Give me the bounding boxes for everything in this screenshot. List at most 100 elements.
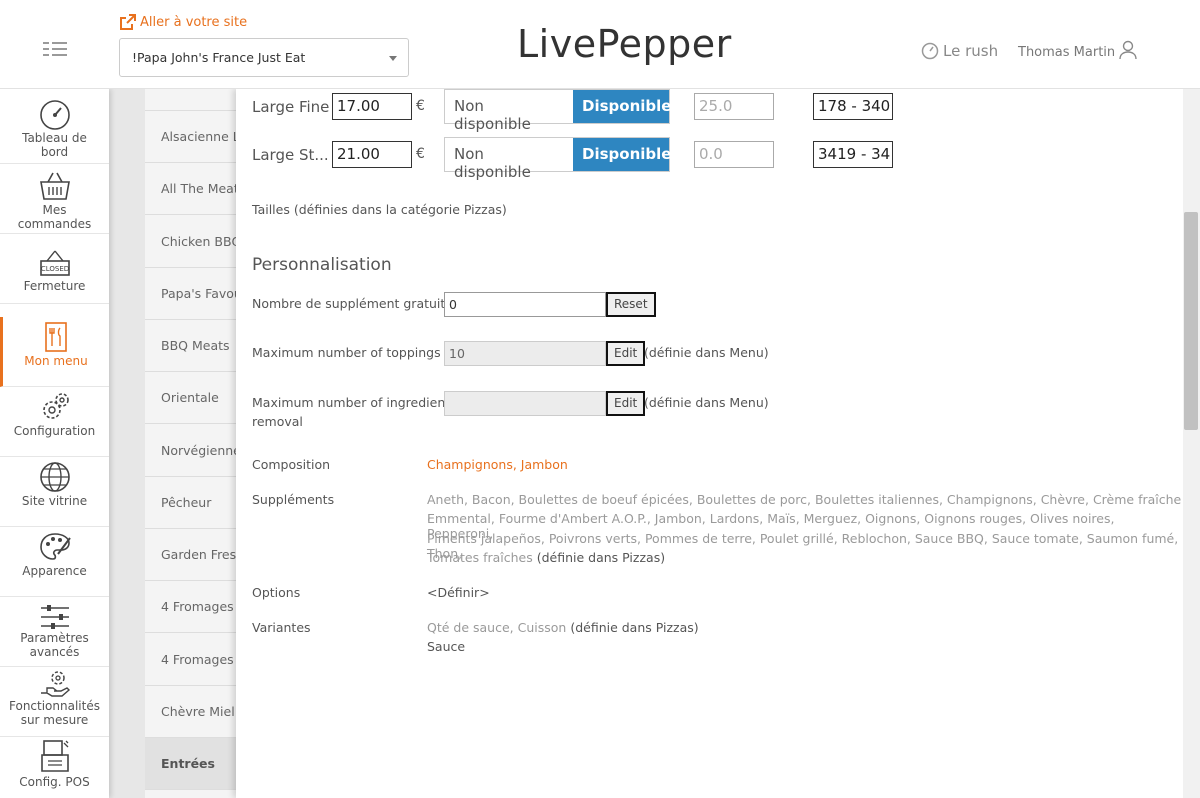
nav-pos-config[interactable]: Config. POS — [0, 737, 109, 798]
nav-orders[interactable]: Mes commandes — [0, 164, 109, 234]
dashboard-icon — [39, 100, 70, 130]
nav-advanced-settings-label: Paramètres avancés — [20, 631, 89, 659]
gears-icon — [42, 393, 69, 419]
list-item[interactable]: Alsacienne — [145, 89, 240, 111]
nav-dashboard-label: Tableau de bord — [22, 131, 87, 159]
max-removal-input — [444, 391, 606, 416]
nav-my-menu-label: Mon menu — [24, 354, 88, 368]
sizes-note: Tailles (définies dans la catégorie Pizz… — [252, 202, 507, 217]
list-item[interactable]: BBQ Meats — [145, 320, 240, 372]
list-item[interactable]: Pêcheur — [145, 477, 240, 529]
currency-label: € — [416, 98, 425, 114]
reset-button[interactable]: Reset — [606, 292, 656, 317]
list-item[interactable]: Papa's Favourite — [145, 268, 240, 320]
pos-icon — [40, 740, 69, 772]
nav-custom-features-label: Fonctionnalités sur mesure — [9, 699, 100, 727]
size-label: Large Fine — [252, 98, 330, 116]
list-item[interactable]: Alsacienne La — [145, 111, 240, 163]
max-removal-label: Maximum number of ingredients — [252, 395, 457, 410]
rush-label: Le rush — [943, 42, 999, 60]
free-extras-label: Nombre de supplément gratuits — [252, 296, 452, 311]
go-to-site-link[interactable]: Aller à votre site — [120, 14, 247, 30]
category-header[interactable]: Entrées — [145, 738, 240, 790]
composition-label: Composition — [252, 457, 331, 472]
extra-price-input[interactable]: 0.0 — [694, 141, 774, 168]
variants-note: (définie dans Pizzas) — [570, 620, 699, 635]
options-define-link[interactable]: <Définir> — [427, 585, 490, 600]
svg-text:CLOSED: CLOSED — [40, 265, 68, 273]
edit-toppings-button[interactable]: Edit — [606, 341, 646, 366]
nav-dashboard[interactable]: Tableau de bord — [0, 89, 109, 164]
code-range-input[interactable]: 178 - 340 — [813, 93, 893, 120]
user-name[interactable]: Thomas Martin — [1018, 45, 1115, 60]
rush-button[interactable]: Le rush — [921, 42, 998, 60]
variants-value[interactable]: Qté de sauce, Cuisson — [427, 620, 566, 635]
availability-toggle[interactable]: Non disponible Disponible — [444, 137, 671, 181]
max-toppings-label: Maximum number of toppings — [252, 345, 441, 360]
available-option[interactable]: Disponible — [573, 138, 671, 171]
list-item[interactable]: All The Meats — [145, 163, 240, 215]
chevron-down-icon — [389, 56, 397, 61]
hamburger-menu-icon[interactable] — [43, 42, 67, 56]
extra-price-input[interactable]: 25.0 — [694, 93, 774, 120]
nav-appearance[interactable]: Apparence — [0, 527, 109, 597]
available-option[interactable]: Disponible — [573, 90, 671, 123]
nav-closing[interactable]: CLOSED Fermeture — [0, 234, 109, 304]
store-select[interactable]: !Papa John's France Just Eat — [119, 38, 409, 77]
supplements-note: (définie dans Pizzas) — [536, 550, 666, 565]
sliders-icon — [40, 605, 69, 629]
palette-icon — [39, 533, 71, 560]
nav-closing-label: Fermeture — [23, 279, 86, 293]
store-select-value: !Papa John's France Just Eat — [132, 50, 306, 65]
price-input[interactable]: 21.00 — [332, 141, 412, 168]
options-label: Options — [252, 585, 301, 600]
max-toppings-input: 10 — [444, 341, 606, 366]
nav-custom-features[interactable]: Fonctionnalités sur mesure — [0, 667, 109, 737]
nav-configuration-label: Configuration — [13, 424, 96, 438]
nav-appearance-label: Apparence — [22, 564, 87, 578]
page-scrollbar[interactable] — [1183, 89, 1200, 798]
scrollbar-thumb[interactable] — [1184, 212, 1198, 430]
nav-configuration[interactable]: Configuration — [0, 387, 109, 457]
edit-removal-button[interactable]: Edit — [606, 391, 646, 416]
max-removal-label-2: removal — [252, 414, 303, 429]
nav-showcase-site-label: Site vitrine — [21, 494, 88, 508]
user-icon[interactable] — [1118, 40, 1138, 60]
list-item[interactable]: 4 Fromages B — [145, 581, 240, 633]
top-header: Aller à votre site !Papa John's France J… — [0, 0, 1200, 89]
unavailable-option[interactable]: Non disponible — [445, 138, 573, 181]
list-item[interactable]: 4 Fromages B — [145, 634, 240, 686]
list-item[interactable]: Chèvre Miel — [145, 686, 240, 738]
nav-advanced-settings[interactable]: Paramètres avancés — [0, 597, 109, 667]
livepepper-logo: LivePepper — [517, 22, 732, 66]
supplements-label: Suppléments — [252, 492, 335, 507]
code-range-input[interactable]: 3419 - 34 — [813, 141, 893, 168]
speedometer-icon — [921, 42, 939, 60]
free-extras-input[interactable]: 0 — [444, 292, 606, 317]
price-input[interactable]: 17.00 — [332, 93, 412, 120]
list-item[interactable]: Garden Fresh — [145, 529, 240, 581]
go-to-site-label: Aller à votre site — [140, 14, 248, 30]
defined-in-menu-note: (définie dans Menu) — [644, 395, 769, 410]
hand-gear-icon — [40, 671, 70, 697]
nav-pos-config-label: Config. POS — [19, 775, 90, 789]
list-item[interactable]: Chicken BBQ — [145, 216, 240, 268]
list-item[interactable]: Orientale — [145, 372, 240, 424]
availability-toggle[interactable]: Non disponible Disponible — [444, 89, 671, 133]
personalisation-title: Personnalisation — [252, 255, 392, 275]
closed-sign-icon: CLOSED — [39, 250, 70, 276]
main-sidebar: Tableau de bord Mes commandes CLOSED Ferme… — [0, 89, 109, 798]
composition-value[interactable]: Champignons, Jambon — [427, 457, 568, 472]
currency-label: € — [416, 146, 425, 162]
external-link-icon — [120, 14, 136, 30]
nav-showcase-site[interactable]: Site vitrine — [0, 457, 109, 527]
product-list: Alsacienne Alsacienne La All The Meats C… — [145, 89, 240, 798]
unavailable-option[interactable]: Non disponible — [445, 90, 573, 133]
globe-icon — [39, 462, 70, 492]
variants-sub-value[interactable]: Sauce — [427, 639, 465, 654]
supplements-line[interactable]: Tomates fraîches — [427, 550, 533, 565]
list-item[interactable]: Norvégienne — [145, 425, 240, 477]
nav-my-menu[interactable]: Mon menu — [0, 317, 109, 387]
product-detail-panel: Large Fine 17.00 € Non disponible Dispon… — [236, 89, 1183, 798]
supplements-last-line: Tomates fraîches (définie dans Pizzas) — [427, 550, 665, 565]
